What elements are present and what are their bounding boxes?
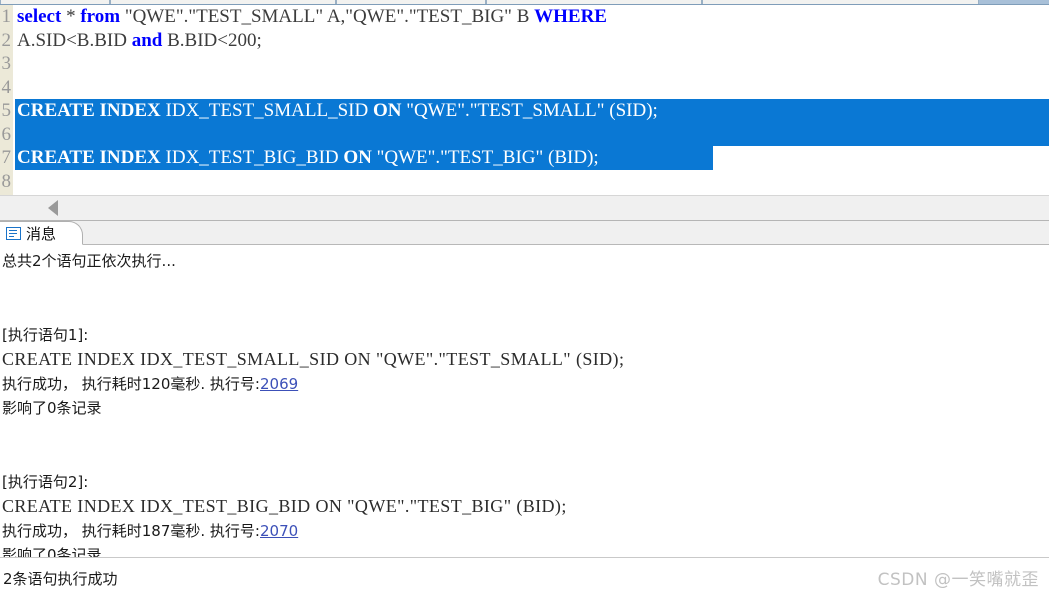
tab-segment[interactable]	[110, 0, 336, 4]
sql-keyword: select	[17, 6, 62, 27]
message-output-pane[interactable]: 总共2个语句正依次执行... [执行语句1]: CREATE INDEX IDX_T…	[0, 245, 1049, 557]
message-line-text: 执行成功， 执行耗时120毫秒. 执行号:	[2, 374, 260, 393]
code-line[interactable]: 4	[2, 76, 1049, 100]
line-number: 1	[1, 6, 12, 27]
tab-segment[interactable]	[486, 0, 702, 4]
code-line[interactable]: 3	[2, 52, 1049, 76]
line-number: 5	[1, 100, 12, 121]
message-line: CREATE INDEX IDX_TEST_BIG_BID ON "QWE"."…	[2, 496, 567, 516]
message-line	[2, 274, 1049, 299]
tab-messages-label: 消息	[26, 224, 57, 243]
sql-keyword: and	[131, 29, 163, 51]
selection-highlight	[15, 122, 1049, 146]
tab-segment[interactable]	[0, 0, 110, 4]
code-line[interactable]: 8	[2, 170, 1049, 194]
triangle-left-icon[interactable]	[48, 200, 58, 216]
sql-keyword: CREATE INDEX	[17, 100, 161, 121]
sql-text: IDX_TEST_BIG_BID	[160, 147, 344, 168]
sql-text: "QWE"."TEST_SMALL" A,"QWE"."TEST_BIG" B	[120, 6, 535, 27]
message-line	[2, 421, 1049, 446]
sql-text: A.SID<B.BID	[17, 29, 132, 51]
sql-keyword: ON	[343, 147, 372, 168]
sql-text: IDX_TEST_SMALL_SID	[160, 100, 373, 121]
tab-segment[interactable]	[702, 0, 979, 4]
code-area[interactable]: 1 select * from "QWE"."TEST_SMALL" A,"QWE…	[2, 5, 1049, 195]
code-line-text: A.SID<B.BID and B.BID<200;	[15, 29, 262, 53]
line-number: 8	[1, 170, 12, 192]
horizontal-scrollbar[interactable]	[0, 195, 1049, 221]
message-line: 总共2个语句正依次执行...	[2, 252, 176, 270]
line-number: 2	[1, 29, 12, 51]
message-line: CREATE INDEX IDX_TEST_SMALL_SID ON "QWE"…	[2, 349, 625, 369]
message-tab-bar[interactable]: 消息	[0, 221, 1049, 245]
sql-text: "QWE"."TEST_SMALL" (SID);	[401, 100, 658, 121]
code-line[interactable]: 7 CREATE INDEX IDX_TEST_BIG_BID ON "QWE".…	[2, 146, 1049, 170]
execution-id-link[interactable]: 2069	[260, 375, 298, 393]
message-line	[2, 445, 1049, 470]
code-line[interactable]: 1 select * from "QWE"."TEST_SMALL" A,"QWE…	[2, 5, 1049, 29]
sql-text: B.BID<200;	[162, 29, 262, 51]
csdn-watermark: CSDN @一笑嘴就歪	[877, 570, 1039, 590]
line-number: 4	[1, 76, 12, 98]
code-line-text: CREATE INDEX IDX_TEST_BIG_BID ON "QWE"."…	[15, 146, 599, 170]
sql-keyword: ON	[372, 100, 402, 121]
message-line-text: 执行成功， 执行耗时187毫秒. 执行号:	[2, 521, 260, 540]
code-line[interactable]: 6	[2, 122, 1049, 146]
tab-segment[interactable]	[336, 0, 486, 4]
message-line: [执行语句1]:	[2, 325, 89, 344]
line-number: 6	[1, 123, 12, 145]
code-line-text: select * from "QWE"."TEST_SMALL" A,"QWE"…	[15, 5, 607, 29]
sql-keyword: WHERE	[534, 6, 607, 27]
message-line: [执行语句2]:	[2, 472, 89, 491]
message-line: 影响了0条记录	[2, 399, 102, 417]
sql-text: "QWE"."TEST_BIG" (BID);	[371, 147, 599, 168]
message-line	[2, 298, 1049, 323]
message-list-icon	[6, 226, 21, 240]
line-number: 7	[1, 147, 12, 168]
code-line[interactable]: 5 CREATE INDEX IDX_TEST_SMALL_SID ON "QWE…	[2, 99, 1049, 123]
message-line: 执行成功， 执行耗时120毫秒. 执行号:2069	[2, 372, 1049, 397]
execution-id-link[interactable]: 2070	[260, 522, 298, 540]
code-line[interactable]: 2 A.SID<B.BID and B.BID<200;	[2, 29, 1049, 53]
status-bar-text: 2条语句执行成功	[3, 570, 118, 588]
message-line: 影响了0条记录	[2, 546, 102, 557]
sql-keyword: CREATE INDEX	[17, 147, 161, 168]
code-line-text: CREATE INDEX IDX_TEST_SMALL_SID ON "QWE"…	[15, 99, 658, 123]
message-line: 执行成功， 执行耗时187毫秒. 执行号:2070	[2, 519, 1049, 544]
line-number: 3	[1, 53, 12, 74]
sql-editor[interactable]: 1 select * from "QWE"."TEST_SMALL" A,"QWE…	[0, 5, 1049, 195]
tab-messages[interactable]: 消息	[0, 221, 84, 245]
sql-keyword: from	[80, 6, 121, 27]
sql-text: *	[61, 6, 81, 27]
